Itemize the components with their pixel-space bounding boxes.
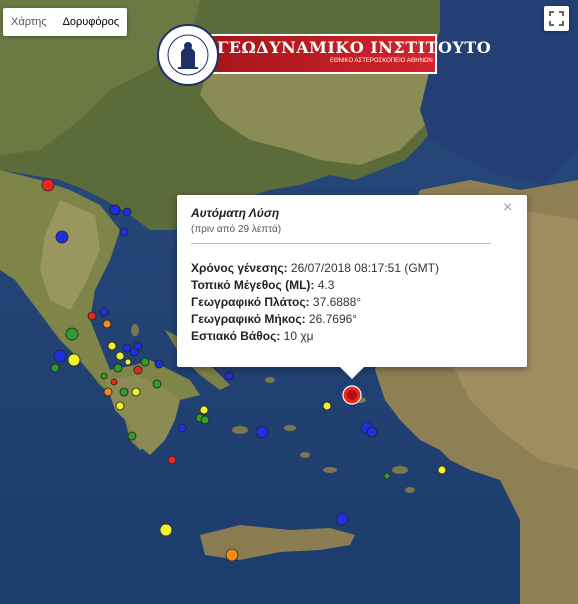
logo-title: ΓΕΩΔΥΝΑΜΙΚΟ ΙΝΣΤΙΤΟΥΤΟ	[217, 38, 492, 57]
info-title: Αυτόματη Λύση	[191, 206, 280, 220]
institute-logo: ΓΕΩΔΥΝΑΜΙΚΟ ΙΝΣΤΙΤΟΥΤΟ ΕΘΝΙΚΟ ΑΣΤΕΡΟΣΚΟΠ…	[148, 24, 491, 86]
fullscreen-icon	[549, 11, 564, 26]
info-label: Γεωγραφικό Μήκος:	[191, 312, 309, 326]
info-value: 10 χμ	[283, 329, 314, 343]
close-icon[interactable]: ×	[503, 200, 517, 216]
map-type-map-button[interactable]: Χάρτης	[3, 8, 55, 36]
info-label: Χρόνος γένεσης:	[191, 261, 291, 275]
info-value: 26.7696°	[308, 312, 358, 326]
earthquake-info-window: Αυτόματη Λύση (πριν από 29 λεπτά) × Χρόν…	[177, 195, 527, 379]
info-value: 26/07/2018 08:17:51 (GMT)	[290, 261, 439, 275]
fullscreen-button[interactable]	[544, 6, 569, 31]
info-row-magnitude: Τοπικό Μέγεθος (ML): 4.3	[191, 278, 334, 292]
info-value: 37.6888°	[312, 295, 362, 309]
logo-subtitle: ΕΘΝΙΚΟ ΑΣΤΕΡΟΣΚΟΠΕΙΟ ΑΘΗΝΩΝ	[330, 58, 433, 64]
info-time-ago: (πριν από 29 λεπτά)	[191, 224, 282, 235]
info-row-longitude: Γεωγραφικό Μήκος: 26.7696°	[191, 312, 357, 326]
logo-banner: ΓΕΩΔΥΝΑΜΙΚΟ ΙΝΣΤΙΤΟΥΤΟ ΕΘΝΙΚΟ ΑΣΤΕΡΟΣΚΟΠ…	[203, 34, 491, 74]
map-type-satellite-button[interactable]: Δορυφόρος	[55, 8, 128, 36]
info-row-latitude: Γεωγραφικό Πλάτος: 37.6888°	[191, 295, 361, 309]
info-divider	[191, 243, 491, 244]
info-label: Τοπικό Μέγεθος (ML):	[191, 278, 318, 292]
info-label: Γεωγραφικό Πλάτος:	[191, 295, 313, 309]
info-label: Εστιακό Βάθος:	[191, 329, 284, 343]
observatory-seal-icon	[157, 24, 219, 86]
map-type-control: Χάρτης Δορυφόρος	[3, 8, 128, 36]
info-row-depth: Εστιακό Βάθος: 10 χμ	[191, 329, 314, 343]
info-row-origin-time: Χρόνος γένεσης: 26/07/2018 08:17:51 (GMT…	[191, 261, 439, 275]
info-value: 4.3	[317, 278, 335, 292]
